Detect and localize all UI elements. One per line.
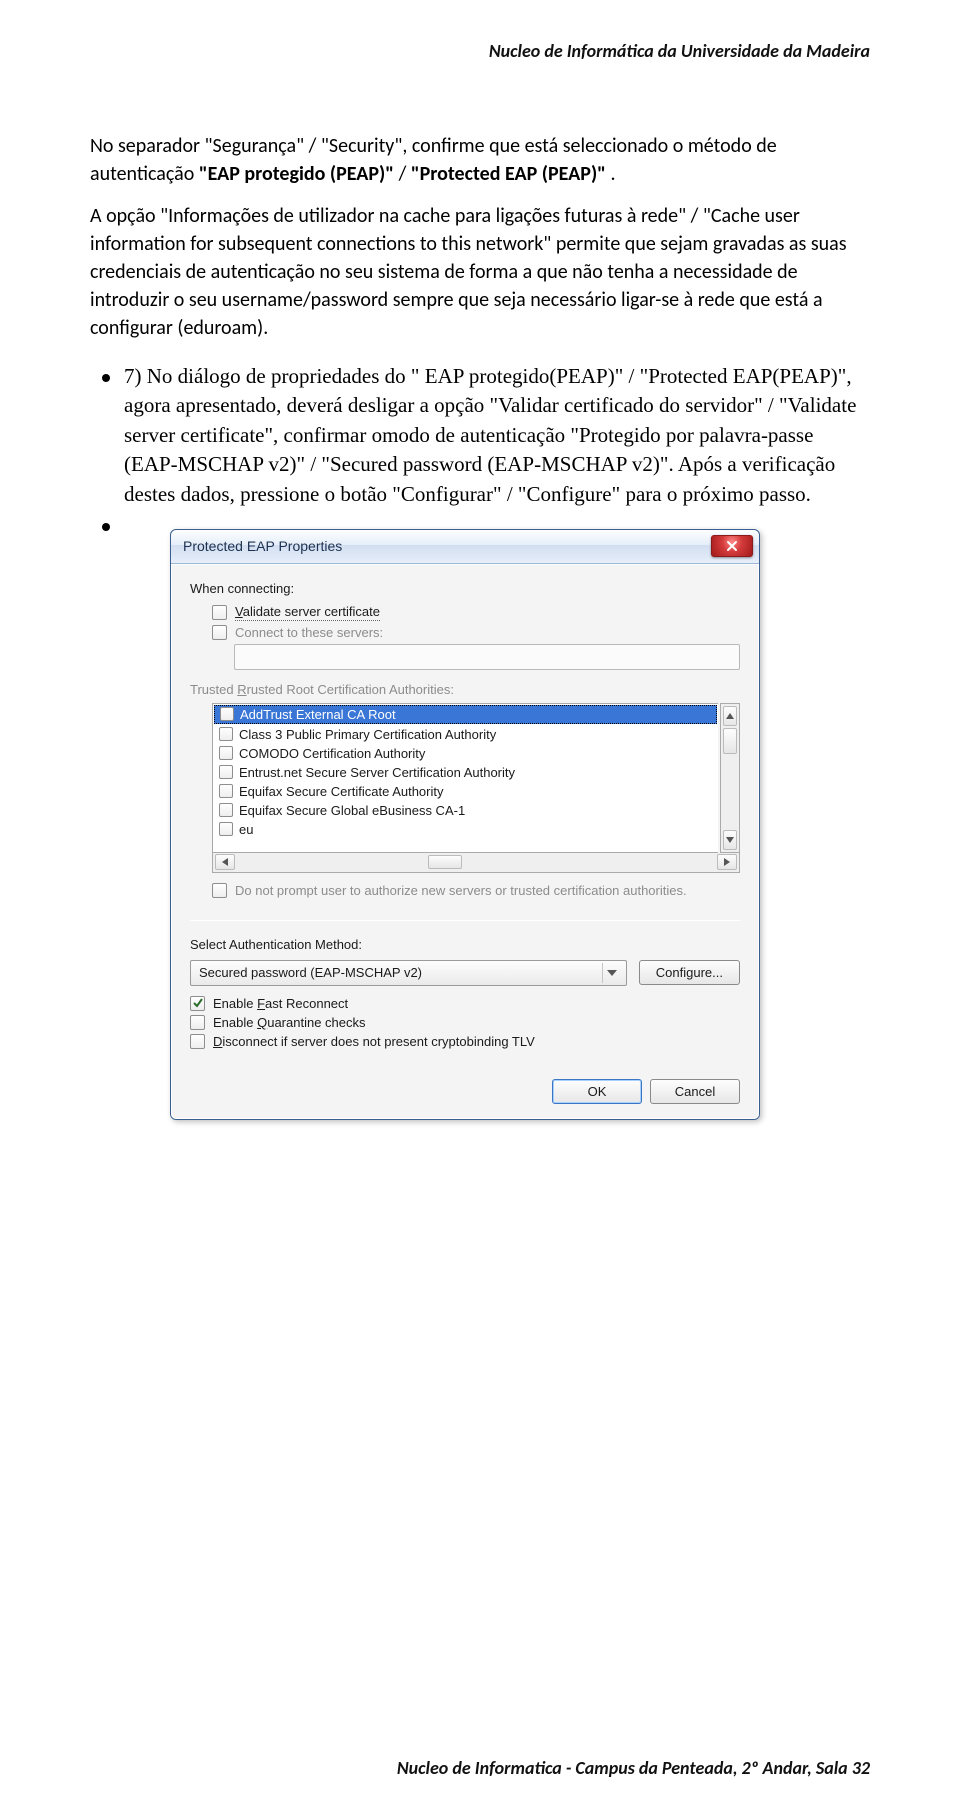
cryptobinding-rest: isconnect if server does not present cry… (222, 1034, 534, 1049)
ok-button[interactable]: OK (552, 1079, 642, 1104)
bullet-7-text: 7) No diálogo de propriedades do " EAP p… (124, 362, 870, 509)
cryptobinding-checkbox[interactable]: Disconnect if server does not present cr… (190, 1034, 740, 1049)
servers-input[interactable] (234, 644, 740, 670)
auth-method-label: Select Authentication Method: (190, 937, 740, 952)
ca-row-0[interactable]: AddTrust External CA Root (214, 705, 717, 724)
fast-reconnect-checkbox[interactable]: Enable Fast Reconnect (190, 996, 740, 1011)
ca-row-4[interactable]: Equifax Secure Certificate Authority (213, 782, 718, 801)
bullet-icon (102, 374, 110, 382)
listbox-vscroll[interactable] (720, 703, 740, 853)
close-button[interactable] (711, 535, 753, 557)
chevron-down-icon (602, 963, 622, 983)
ca-row-2[interactable]: COMODO Certification Authority (213, 744, 718, 763)
peap-properties-dialog: Protected EAP Properties When connecting… (170, 529, 760, 1120)
connect-servers-checkbox[interactable]: Connect to these servers: (212, 625, 740, 640)
no-prompt-label: o not prompt user to authorize new serve… (244, 883, 686, 898)
close-icon (726, 540, 738, 552)
ca-row-5[interactable]: Equifax Secure Global eBusiness CA-1 (213, 801, 718, 820)
paragraph-2: A opção "Informações de utilizador na ca… (90, 202, 870, 342)
trusted-root-label: Trusted Rrusted Root Certification Autho… (190, 682, 740, 697)
bullet-icon (102, 523, 110, 531)
validate-cert-checkbox[interactable]: Validate server certificate (212, 604, 740, 621)
footer: Nucleo de Informatica - Campus da Pentea… (397, 1757, 870, 1779)
dialog-title: Protected EAP Properties (183, 538, 342, 554)
titlebar: Protected EAP Properties (171, 530, 759, 564)
configure-button[interactable]: Configure... (639, 960, 740, 985)
ca-row-3[interactable]: Entrust.net Secure Server Certification … (213, 763, 718, 782)
separator (190, 920, 740, 921)
fast-reconnect-rest: ast Reconnect (265, 996, 348, 1011)
bullet-item-empty (102, 511, 870, 521)
trusted-ca-listbox[interactable]: AddTrust External CA Root Class 3 Public… (212, 703, 718, 853)
scroll-thumb[interactable] (723, 728, 737, 754)
validate-cert-label: alidate server certificate (243, 604, 380, 619)
scroll-down-button[interactable] (723, 830, 737, 850)
p1-bold2: "Protected EAP (PEAP)" (411, 162, 606, 186)
scroll-up-button[interactable] (723, 706, 737, 726)
auth-method-value: Secured password (EAP-MSCHAP v2) (199, 965, 602, 980)
scroll-right-button[interactable] (717, 854, 737, 870)
p1-bold1: "EAP protegido (PEAP)" (199, 162, 394, 186)
p1-mid: / (399, 162, 411, 186)
ca-row-1[interactable]: Class 3 Public Primary Certification Aut… (213, 725, 718, 744)
ca-row-6[interactable]: eu (213, 820, 718, 839)
cancel-button[interactable]: Cancel (650, 1079, 740, 1104)
paragraph-1: No separador "Segurança" / "Security", c… (90, 132, 870, 188)
no-prompt-checkbox[interactable]: Do not prompt user to authorize new serv… (212, 883, 740, 898)
listbox-hscroll[interactable] (212, 853, 740, 873)
connect-servers-label: onnect to these servers: (244, 625, 383, 640)
when-connecting-label: When connecting: (190, 581, 740, 596)
bullet-item-7: 7) No diálogo de propriedades do " EAP p… (102, 362, 870, 509)
quarantine-checkbox[interactable]: Enable Quarantine checks (190, 1015, 740, 1030)
auth-method-select[interactable]: Secured password (EAP-MSCHAP v2) (190, 960, 627, 986)
scroll-left-button[interactable] (215, 854, 235, 870)
quarantine-rest: uarantine checks (267, 1015, 365, 1030)
hscroll-thumb[interactable] (428, 855, 462, 869)
p1-suffix: . (610, 162, 615, 186)
header: Nucleo de Informática da Universidade da… (90, 40, 870, 62)
